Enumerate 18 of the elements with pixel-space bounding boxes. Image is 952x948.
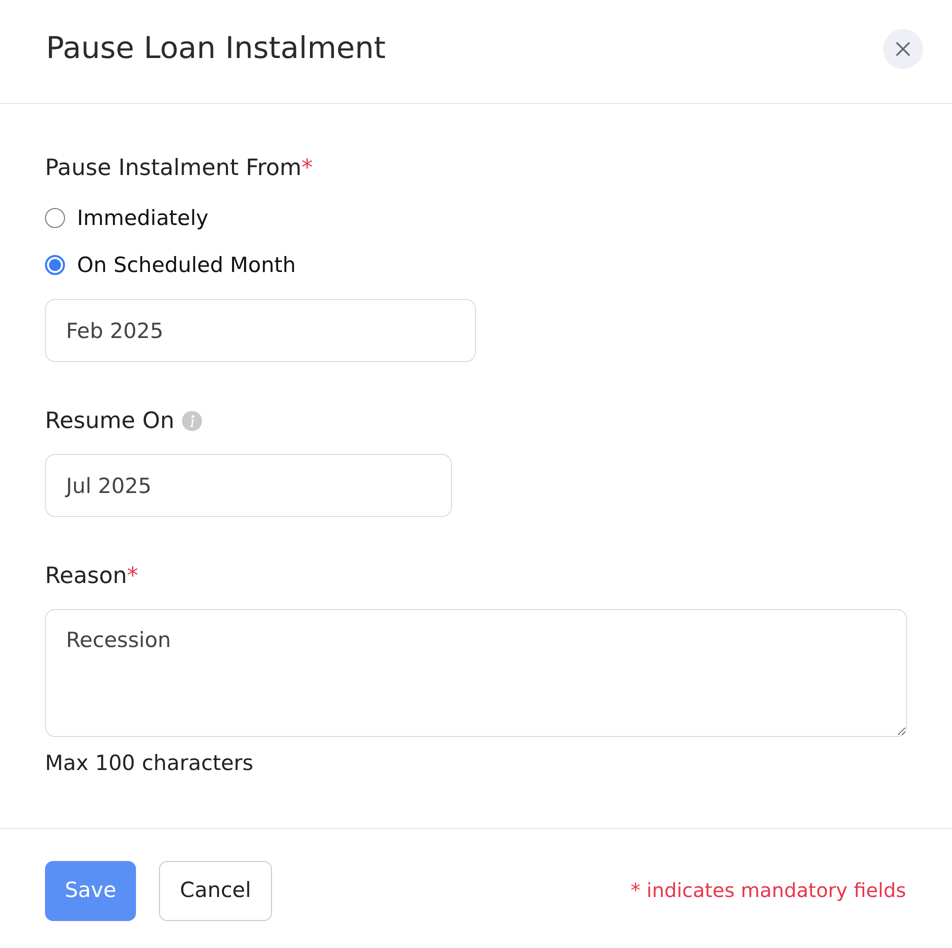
close-button[interactable] — [883, 28, 923, 68]
month-field[interactable]: Feb 2025 — [45, 299, 476, 362]
character-limit-hint: Max 100 characters — [45, 750, 254, 777]
dialog-title: Pause Loan Instalment — [46, 30, 386, 68]
field-label: Pause Instalment From — [45, 154, 302, 182]
mandatory-fields-note: * indicates mandatory fields — [630, 878, 906, 904]
close-icon — [896, 42, 910, 56]
cancel-button[interactable]: Cancel — [159, 860, 272, 920]
month-field[interactable]: Jul 2025 — [45, 454, 452, 517]
reason-textarea[interactable]: Recession — [45, 609, 907, 737]
radio-label[interactable]: On Scheduled Month — [77, 251, 296, 279]
required-mark: * — [302, 154, 313, 182]
field-label: Resume On — [45, 407, 174, 435]
required-mark: * — [127, 562, 138, 590]
radio-button[interactable] — [45, 208, 65, 228]
radio-label[interactable]: Immediately — [77, 204, 208, 232]
radio-button[interactable] — [45, 255, 65, 275]
field-label: Reason — [45, 562, 128, 590]
